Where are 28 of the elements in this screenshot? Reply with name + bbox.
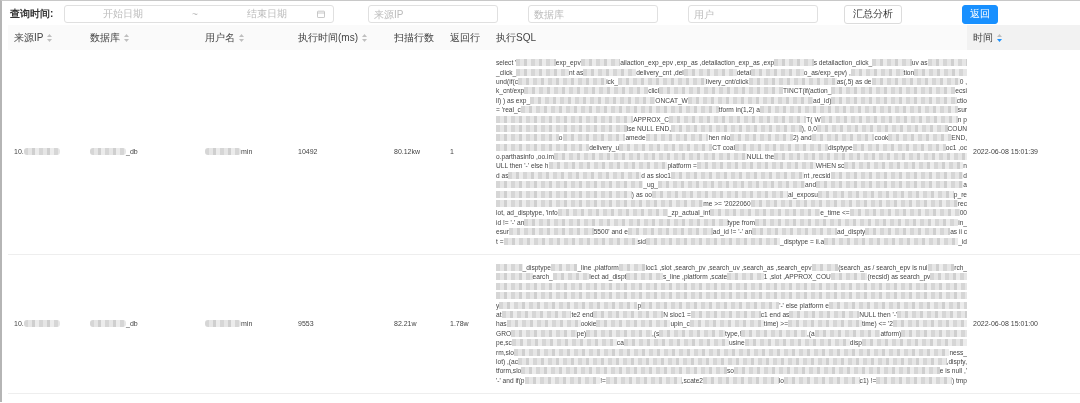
filter-label: 查询时间: <box>10 7 55 21</box>
sort-icon[interactable] <box>997 33 1002 42</box>
pixelated-mask <box>496 264 523 271</box>
summary-button[interactable]: 汇总分析 <box>844 4 902 24</box>
pixelated-mask <box>205 320 241 328</box>
column-header: 执行SQL <box>496 30 536 45</box>
pixelated-mask <box>23 148 60 156</box>
pixelated-mask <box>23 320 60 328</box>
column-header[interactable]: 执行时间(ms) <box>298 30 358 45</box>
sort-icon[interactable] <box>124 33 129 42</box>
sort-icon[interactable] <box>239 33 244 42</box>
pixelated-mask <box>618 264 646 271</box>
column-header[interactable]: 数据库 <box>90 30 120 45</box>
sort-icon[interactable] <box>47 33 53 42</box>
pixelated-mask <box>927 264 955 271</box>
pixelated-mask <box>550 264 578 271</box>
column-header: 扫描行数 <box>394 30 434 45</box>
column-header: 返回行 <box>450 30 480 45</box>
sort-icon[interactable] <box>362 33 367 42</box>
column-header[interactable]: 来源IP <box>14 30 44 45</box>
column-header[interactable]: 用户名 <box>205 30 235 45</box>
column-header[interactable]: 时间 <box>973 30 993 45</box>
calendar-icon <box>317 10 325 18</box>
pixelated-mask <box>90 148 126 156</box>
pixelated-mask <box>90 320 126 328</box>
pixelated-mask <box>811 264 839 271</box>
filter-input[interactable]: 用户 <box>688 5 818 23</box>
pixelated-mask <box>205 148 241 156</box>
